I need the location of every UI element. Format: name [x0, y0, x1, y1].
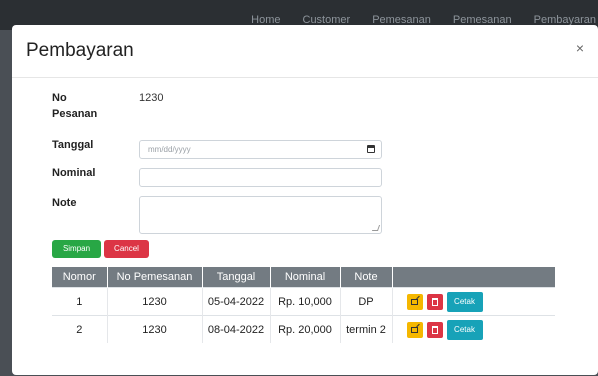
cell-tanggal: 05-04-2022 — [202, 287, 271, 316]
cell-actions: Cetak — [392, 287, 555, 316]
col-header-note: Note — [340, 267, 393, 288]
table-row: 1 1230 05-04-2022 Rp. 10,000 DP Cetak — [52, 287, 555, 316]
cell-actions: Cetak — [392, 315, 555, 343]
delete-button[interactable] — [426, 293, 443, 310]
tanggal-input[interactable]: mm/dd/yyyy — [139, 140, 382, 159]
modal-title: Pembayaran — [26, 40, 134, 61]
modal-header: Pembayaran × — [12, 25, 598, 78]
cell-tanggal: 08-04-2022 — [202, 315, 271, 343]
col-header-actions — [392, 267, 555, 288]
cetak-button[interactable]: Cetak — [446, 319, 483, 340]
edit-button[interactable] — [406, 321, 423, 338]
edit-icon — [411, 298, 418, 305]
note-label: Note — [52, 197, 77, 209]
col-header-no-pemesanan: No Pemesanan — [107, 267, 203, 288]
cell-nomor: 1 — [52, 287, 108, 316]
col-header-tanggal: Tanggal — [202, 267, 271, 288]
tanggal-placeholder: mm/dd/yyyy — [148, 145, 191, 154]
col-header-nominal: Nominal — [270, 267, 341, 288]
no-pesanan-label: No Pesanan — [52, 92, 98, 120]
cell-note: termin 2 — [340, 315, 393, 343]
no-pesanan-value: 1230 — [139, 92, 164, 104]
nominal-input[interactable] — [139, 168, 382, 187]
cell-nominal: Rp. 10,000 — [270, 287, 341, 316]
nominal-label: Nominal — [52, 167, 96, 179]
payment-modal: Pembayaran × No Pesanan 1230 Tanggal mm/… — [12, 25, 598, 375]
edit-icon — [411, 326, 418, 333]
note-textarea[interactable] — [139, 196, 382, 234]
trash-icon — [431, 325, 438, 334]
cell-no-pemesanan: 1230 — [107, 315, 203, 343]
simpan-button[interactable]: Simpan — [52, 240, 101, 258]
trash-icon — [431, 297, 438, 306]
col-header-nomor: Nomor — [52, 267, 108, 288]
cetak-button[interactable]: Cetak — [446, 291, 483, 312]
tanggal-label: Tanggal — [52, 139, 94, 151]
table-header-row: Nomor No Pemesanan Tanggal Nominal Note — [52, 267, 555, 288]
close-icon[interactable]: × — [576, 40, 584, 56]
cell-note: DP — [340, 287, 393, 316]
edit-button[interactable] — [406, 293, 423, 310]
cell-nominal: Rp. 20,000 — [270, 315, 341, 343]
cell-no-pemesanan: 1230 — [107, 287, 203, 316]
payment-table: Nomor No Pemesanan Tanggal Nominal Note … — [52, 267, 555, 343]
cell-nomor: 2 — [52, 315, 108, 343]
calendar-icon[interactable] — [367, 145, 375, 153]
resize-grip-icon[interactable] — [371, 225, 381, 231]
delete-button[interactable] — [426, 321, 443, 338]
cancel-button[interactable]: Cancel — [104, 240, 149, 258]
table-row: 2 1230 08-04-2022 Rp. 20,000 termin 2 Ce… — [52, 315, 555, 343]
